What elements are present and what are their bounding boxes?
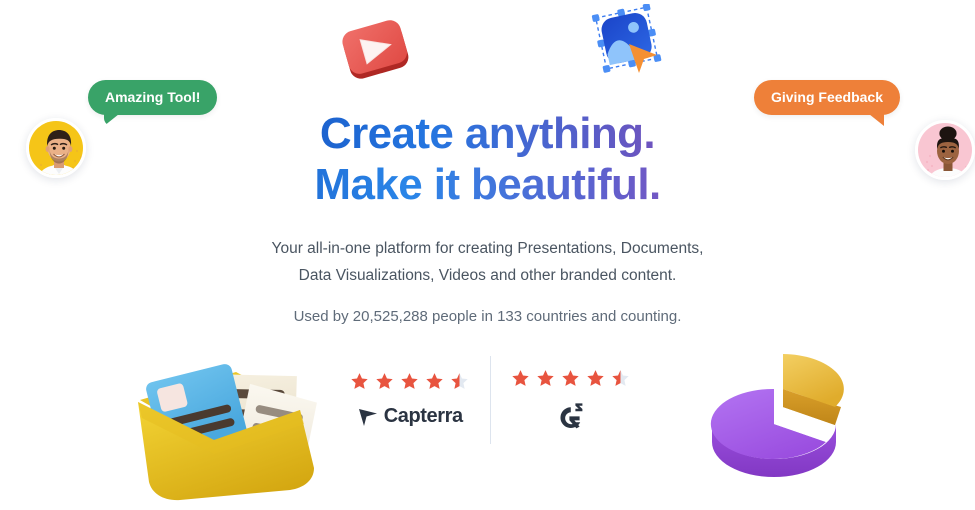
star-filled-icon bbox=[376, 373, 393, 389]
star-filled-icon bbox=[512, 369, 529, 386]
g2-logo bbox=[491, 402, 651, 432]
subtitle-line-1: Your all-in-one platform for creating Pr… bbox=[271, 240, 704, 258]
star-filled-icon bbox=[351, 373, 368, 389]
capterra-star-rating bbox=[330, 372, 490, 391]
star-filled-icon bbox=[562, 369, 579, 386]
star-half-icon bbox=[612, 369, 629, 386]
review-badges: Capterra bbox=[330, 355, 650, 445]
star-filled-icon bbox=[587, 369, 604, 386]
review-g2[interactable] bbox=[491, 369, 651, 432]
page-title: Create anything. Make it beautiful. bbox=[0, 108, 975, 210]
capterra-logo-label: Capterra bbox=[383, 405, 463, 427]
pie-chart-3d-icon bbox=[702, 342, 878, 492]
g2-star-rating bbox=[491, 369, 651, 388]
hero-section: Amazing Tool! Giving Feedback Create any… bbox=[0, 0, 975, 510]
usage-stat: Used by 20,525,288 people in 133 countri… bbox=[293, 308, 682, 326]
g2-logo-icon bbox=[560, 402, 583, 428]
headline-line-2: Make it beautiful. bbox=[0, 159, 975, 210]
headline-line-1: Create anything. bbox=[0, 108, 975, 159]
review-capterra[interactable]: Capterra bbox=[330, 372, 490, 428]
star-half-icon bbox=[451, 373, 468, 389]
subtitle-line-2: Data Visualizations, Videos and other br… bbox=[298, 267, 677, 285]
hero-subtitle: Your all-in-one platform for creating Pr… bbox=[0, 235, 975, 289]
hero-copy: Create anything. Make it beautiful. Your… bbox=[0, 0, 975, 325]
star-filled-icon bbox=[426, 373, 443, 389]
star-filled-icon bbox=[537, 369, 554, 386]
capterra-arrow-icon bbox=[358, 408, 377, 426]
documents-folder-icon bbox=[118, 348, 330, 508]
capterra-logo: Capterra bbox=[330, 405, 490, 428]
star-filled-icon bbox=[401, 373, 418, 389]
